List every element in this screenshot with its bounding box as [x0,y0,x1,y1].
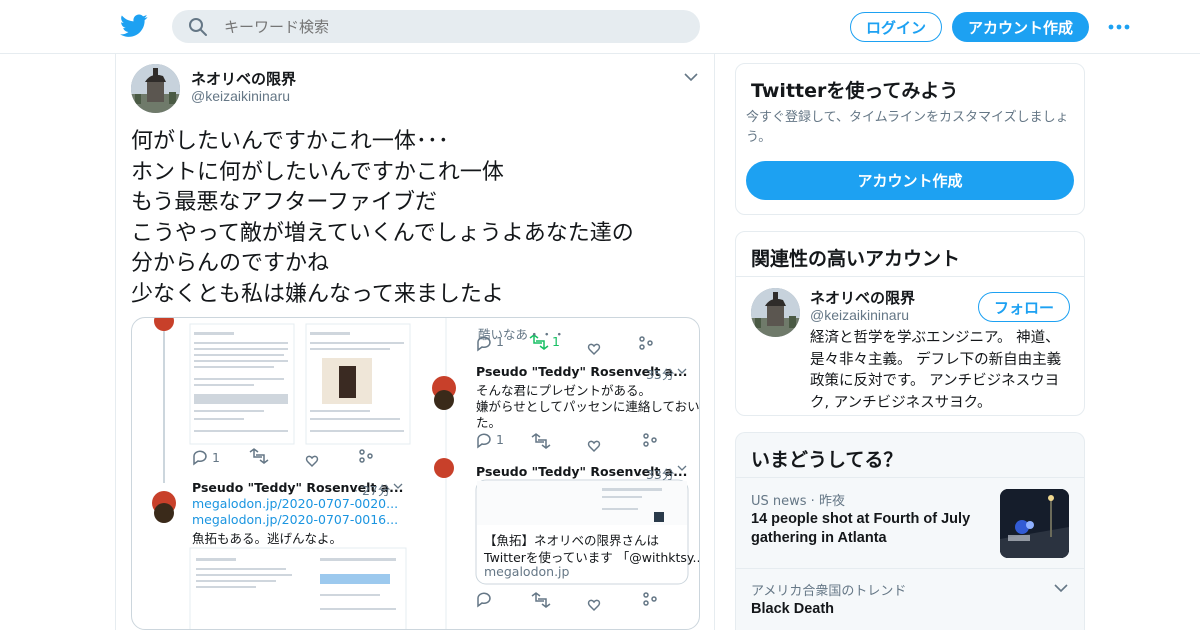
trend-item-title[interactable]: Black Death [751,600,834,619]
signup-button[interactable]: アカウント作成 [952,12,1089,42]
login-button[interactable]: ログイン [850,12,942,42]
tweet-author-avatar[interactable] [131,64,180,113]
trend-meta: US news · 昨夜 [751,494,845,509]
media-post-text: た。 [476,415,502,430]
night-scene-photo-icon [1000,489,1069,558]
related-accounts-title: 関連性の高いアカウント [751,248,961,270]
trends-title: いまどうしてる？ [751,449,903,471]
media-card-domain: megalodon.jp [484,564,570,579]
tweet-text: 何がしたいんですかこれ一体･･･ ホントに何がしたいんですかこれ一体 もう最悪な… [131,127,701,310]
media-reply-count: 1 [212,450,220,465]
try-twitter-card: Twitterを使ってみよう 今すぐ登録して、タイムラインをカスタマイズしましょ… [735,63,1085,215]
signup-cta-button[interactable]: アカウント作成 [746,161,1074,200]
try-twitter-desc: 今すぐ登録して、タイムラインをカスタマイズしましょう。 [746,110,1069,145]
divider [736,276,1084,277]
media-post-text: 嫌がらせとしてパッセンに連絡しておい [476,399,700,414]
media-post-time: · 33分 [638,467,675,482]
twitter-logo-icon[interactable] [120,13,148,39]
more-options-icon[interactable] [1107,22,1131,32]
follow-button[interactable]: フォロー [978,292,1070,322]
tweet-line: こうやって敵が増えていくんでしょうよあなた達の [131,220,634,246]
trend-item-title[interactable]: 14 people shot at Fourth of July gatheri… [751,510,991,548]
related-accounts-card: 関連性の高いアカウント ネオリベの限界 @keizaikininaru フォロー… [735,231,1085,416]
chevron-down-icon[interactable] [684,72,698,82]
related-account-handle[interactable]: @keizaikininaru [810,307,909,323]
tweet-line: 何がしたいんですかこれ一体･･･ [131,129,449,154]
tweet-line: ホントに何がしたいんですかこれ一体 [131,159,504,185]
media-post-text: 魚拓もある。逃げんなよ。 [192,531,343,546]
media-link: megalodon.jp/2020-0707-0016... [192,512,399,527]
tweet-column: ネオリベの限界 @keizaikininaru 何がしたいんですかこれ一体･･･… [115,54,715,630]
tweet-line: 分からんのですかね [131,251,330,276]
media-link: megalodon.jp/2020-0707-0020... [192,496,399,511]
try-twitter-title: Twitterを使ってみよう [751,80,959,102]
search-input[interactable] [224,17,664,36]
media-reply-count: 1 [496,334,504,349]
trend-thumbnail[interactable] [1000,489,1069,558]
search-icon [189,17,207,36]
related-account-bio: 経済と哲学を学ぶエンジニア。 神道、是々非々主義。 デフレ下の新自由主義政策に反… [810,330,1062,411]
related-account-name[interactable]: ネオリベの限界 [810,287,915,308]
trends-card: いまどうしてる？ US news · 昨夜 14 people shot at … [735,432,1085,630]
chevron-down-icon[interactable] [1054,583,1068,593]
tweet-media-image[interactable]: 酷いなあ・・・ 1 1 Pseudo "Teddy" Rosenvelt a..… [131,317,700,630]
divider [736,568,1084,569]
top-bar: ログイン アカウント作成 [0,0,1200,54]
media-retweet-count: 1 [552,334,560,349]
related-account-avatar[interactable] [751,288,800,337]
statue-photo-icon [751,288,800,337]
tweet-line: もう最悪なアフターファイブだ [131,190,438,215]
divider [736,477,1084,478]
tweet-line: 少なくとも私は嫌んなって来ましたよ [131,281,504,307]
trend-meta: アメリカ合衆国のトレンド [751,584,907,599]
statue-photo-icon [131,64,180,113]
search-bar[interactable] [172,10,700,43]
tweet-author-handle[interactable]: @keizaikininaru [191,88,290,104]
media-reply-count: 1 [496,432,504,447]
tweet-author-name[interactable]: ネオリベの限界 [191,68,296,89]
